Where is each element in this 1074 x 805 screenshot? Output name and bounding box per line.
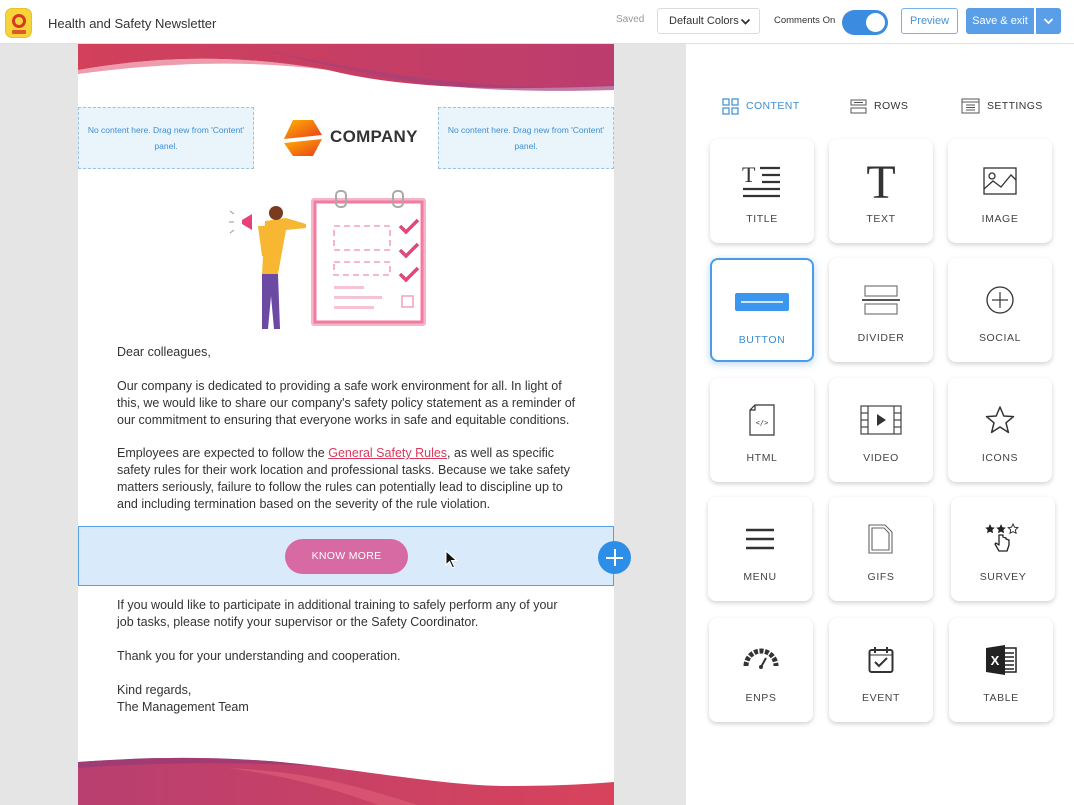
app-logo[interactable] [5,8,32,38]
block-event[interactable]: EVENT [829,618,933,722]
block-label: VIDEO [863,452,899,464]
block-label: SOCIAL [978,332,1022,344]
rules-paragraph[interactable]: Employees are expected to follow the Gen… [117,445,577,513]
block-label: ENPS [745,692,777,704]
color-scheme-value: Default Colors [669,15,739,27]
svg-text:</>: </> [756,419,769,427]
survey-icon [985,523,1019,552]
block-label: TEXT [866,213,896,225]
block-button[interactable]: BUTTON [710,258,814,362]
gifs-icon [868,524,893,554]
svg-text:X: X [991,653,1000,668]
tab-content[interactable]: CONTENT [722,97,800,115]
spreadsheet-icon: X [986,645,1017,675]
video-icon [860,405,902,435]
block-image[interactable]: IMAGE [948,139,1052,243]
block-html[interactable]: </> HTML [710,378,814,482]
block-label: IMAGE [981,213,1019,225]
tab-label: ROWS [874,100,909,112]
comments-label: Comments On [774,15,836,26]
button-icon [735,293,789,311]
block-video[interactable]: VIDEO [829,378,933,482]
block-title[interactable]: T TITLE [710,139,814,243]
block-survey[interactable]: SURVEY [951,497,1055,601]
company-name: COMPANY [330,127,418,146]
star-icon [985,406,1015,434]
chevron-down-icon [740,18,751,25]
svg-text:T: T [866,160,895,202]
menu-icon [746,528,774,550]
block-label: HTML [746,452,778,464]
color-scheme-dropdown[interactable]: Default Colors [657,8,760,34]
block-menu[interactable]: MENU [708,497,812,601]
chevron-down-icon [1043,18,1054,25]
block-label: ICONS [981,452,1019,464]
general-safety-rules-link[interactable]: General Safety Rules [328,446,447,460]
block-social[interactable]: SOCIAL [948,258,1052,362]
company-logo[interactable]: COMPANY [283,119,423,159]
gauge-icon [743,648,779,669]
newsletter-title[interactable]: Health and Safety Newsletter [48,16,216,31]
rows-icon [850,99,867,113]
footer-wave-graphic [78,757,614,805]
tab-label: SETTINGS [987,100,1043,112]
email-preview: No content here. Drag new from 'Content'… [78,44,614,805]
know-more-button[interactable]: KNOW MORE [285,539,408,574]
signature-text[interactable]: The Management Team [117,699,577,716]
block-gifs[interactable]: GIFS [829,497,933,601]
header-wave-graphic [78,44,614,91]
empty-column-placeholder[interactable]: No content here. Drag new from 'Content'… [78,107,254,169]
block-table[interactable]: X TABLE [949,618,1053,722]
block-text[interactable]: T TEXT [829,139,933,243]
selected-button-row[interactable]: KNOW MORE [78,526,614,586]
block-label: TABLE [983,692,1019,704]
tab-settings[interactable]: SETTINGS [961,97,1043,115]
block-label: GIFS [867,571,895,583]
rules-text-start: Employees are expected to follow the [117,446,329,460]
tab-label: CONTENT [746,100,800,112]
title-icon: T [742,164,780,198]
mouse-cursor-icon [445,550,458,569]
settings-icon [961,98,980,114]
divider-icon [862,285,900,315]
block-label: SURVEY [979,571,1027,583]
svg-text:T: T [742,164,756,187]
block-label: BUTTON [738,334,786,346]
text-icon: T [866,160,895,202]
save-options-button[interactable] [1036,8,1061,34]
closing-text[interactable]: Kind regards, [117,682,577,699]
greeting-text[interactable]: Dear colleagues, [117,344,577,361]
block-divider[interactable]: DIVIDER [829,258,933,362]
toggle-knob [866,13,885,32]
thanks-paragraph[interactable]: Thank you for your understanding and coo… [117,648,577,665]
empty-column-placeholder[interactable]: No content here. Drag new from 'Content'… [438,107,614,169]
preview-button[interactable]: Preview [901,8,958,34]
block-enps[interactable]: ENPS [709,618,813,722]
image-icon [983,167,1017,195]
block-label: TITLE [746,213,778,225]
comments-toggle[interactable] [842,10,888,35]
intro-paragraph[interactable]: Our company is dedicated to providing a … [117,378,577,429]
block-label: MENU [743,571,777,583]
tab-rows[interactable]: ROWS [850,97,908,115]
block-icons[interactable]: ICONS [948,378,1052,482]
block-label: EVENT [861,692,900,704]
grid-icon [722,97,739,115]
save-status: Saved [616,14,645,25]
add-row-button[interactable] [598,541,631,574]
block-label: DIVIDER [857,332,905,344]
top-bar: Health and Safety Newsletter Saved Defau… [0,0,1074,44]
social-icon [986,286,1014,314]
safety-checklist-illustration[interactable] [228,186,438,338]
hexagon-logo-icon [284,120,322,156]
html-icon: </> [749,404,775,436]
content-panel: CONTENT ROWS SETTINGS T TITLE T TEXT IMA… [686,44,1074,805]
training-paragraph[interactable]: If you would like to participate in addi… [117,597,577,631]
save-exit-button[interactable]: Save & exit [966,8,1034,34]
calendar-check-icon [868,647,894,673]
